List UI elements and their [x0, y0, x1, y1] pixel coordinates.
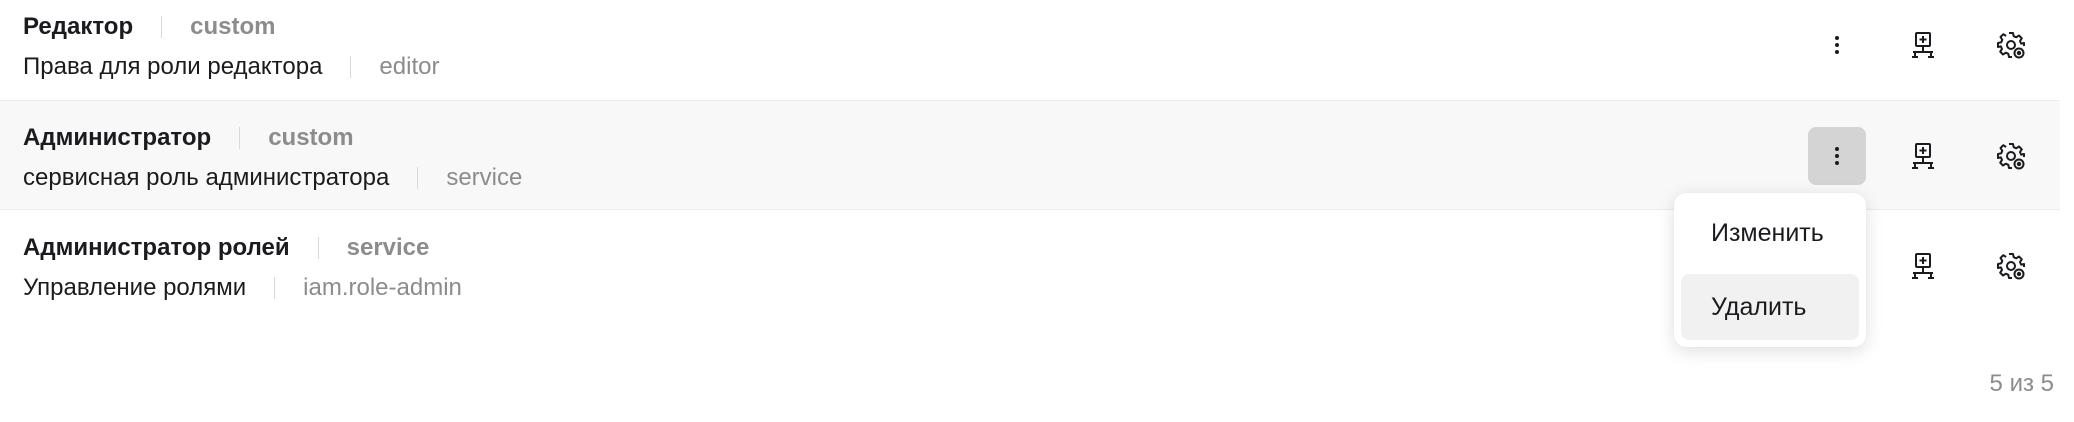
role-description: сервисная роль администратора — [23, 164, 390, 191]
divider — [350, 56, 352, 78]
more-vertical-icon — [1835, 147, 1839, 165]
role-title-line: Администратор ролей service — [23, 233, 429, 263]
role-settings-button[interactable] — [1982, 16, 2040, 74]
menu-item-edit[interactable]: Изменить — [1681, 200, 1859, 266]
settings-icon — [1997, 143, 2025, 170]
role-sub-line: Права для роли редактора editor — [23, 52, 439, 82]
hierarchy-add-icon — [1912, 32, 1934, 58]
role-title-line: Администратор custom — [23, 123, 354, 153]
role-type: service — [346, 234, 430, 261]
role-code: editor — [379, 53, 440, 80]
divider — [417, 167, 419, 189]
settings-icon — [1997, 32, 2025, 59]
divider — [317, 237, 319, 259]
more-actions-button[interactable] — [1808, 16, 1866, 74]
role-code: iam.role-admin — [303, 274, 462, 301]
role-row[interactable]: Редактор custom Права для роли редактора… — [0, 0, 2060, 100]
more-vertical-icon — [1835, 36, 1839, 54]
role-settings-button[interactable] — [1982, 127, 2040, 185]
menu-item-delete[interactable]: Удалить — [1681, 274, 1859, 340]
role-code: service — [446, 164, 523, 191]
role-type: custom — [190, 13, 276, 40]
pagination-count: 5 из 5 — [1989, 370, 2054, 397]
role-sub-line: сервисная роль администратора service — [23, 163, 522, 193]
divider — [239, 127, 241, 149]
add-hierarchy-button[interactable] — [1894, 237, 1952, 295]
add-hierarchy-button[interactable] — [1894, 127, 1952, 185]
divider — [161, 16, 163, 38]
add-hierarchy-button[interactable] — [1894, 16, 1952, 74]
context-menu: Изменить Удалить — [1674, 193, 1866, 347]
role-type: custom — [268, 124, 354, 151]
hierarchy-add-icon — [1912, 253, 1934, 279]
hierarchy-add-icon — [1912, 143, 1934, 169]
more-actions-button[interactable] — [1808, 127, 1866, 185]
role-name: Администратор — [23, 124, 212, 151]
role-name: Редактор — [23, 13, 134, 40]
role-name: Администратор ролей — [23, 234, 290, 261]
divider — [274, 277, 276, 299]
role-settings-button[interactable] — [1982, 237, 2040, 295]
role-description: Права для роли редактора — [23, 53, 323, 80]
role-title-line: Редактор custom — [23, 12, 275, 42]
settings-icon — [1997, 253, 2025, 280]
role-sub-line: Управление ролями iam.role-admin — [23, 273, 462, 303]
role-description: Управление ролями — [23, 274, 247, 301]
